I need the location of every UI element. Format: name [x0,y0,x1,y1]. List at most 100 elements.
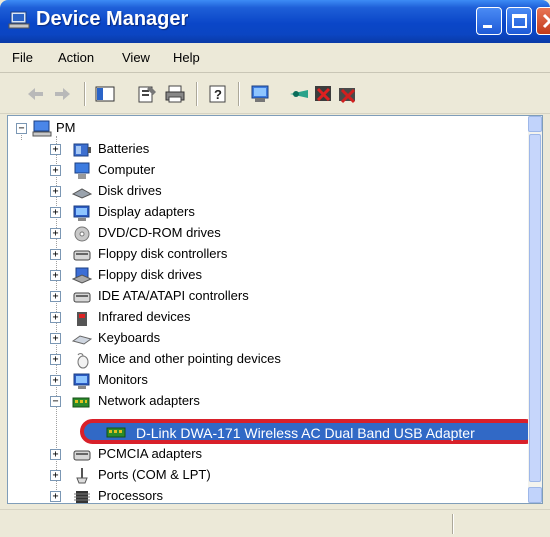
scroll-thumb[interactable] [529,134,541,482]
forward-arrow-icon[interactable] [52,84,74,104]
toolbar: ? [0,74,550,114]
title-bar[interactable]: Device Manager [0,0,550,43]
expand-toggle[interactable]: + [50,312,61,323]
expand-toggle[interactable]: + [50,375,61,386]
minimize-icon [483,25,492,28]
tree-item-label: Batteries [98,141,150,156]
scroll-up-button[interactable] [528,116,542,132]
tree-item-display-adapters[interactable]: + Display adapters [8,202,528,223]
tree-item-label: Monitors [98,372,148,387]
battery-icon [73,143,91,157]
menu-bar: File Action View Help [0,43,550,73]
collapse-toggle[interactable]: − [50,396,61,407]
device-manager-window: Device Manager File Action View Help ? −… [0,0,550,537]
tree-item-label: Processors [98,488,164,503]
tree-item-label: Disk drives [98,183,162,198]
dvd-drive-icon [74,226,90,242]
ide-controller-icon [73,292,91,303]
device-tree[interactable]: − PM + Batteries + Computer + Disk drive… [7,115,543,504]
tree-item-batteries[interactable]: + Batteries [8,139,528,160]
uninstall-icon[interactable] [337,84,359,104]
monitor-icon [73,373,90,389]
expand-toggle[interactable]: + [50,270,61,281]
processor-icon [74,491,90,503]
tree-item-label: Floppy disk controllers [98,246,228,261]
vertical-scrollbar[interactable] [528,116,542,503]
tree-item-label: Ports (COM & LPT) [98,467,211,482]
properties-icon[interactable] [136,84,158,104]
expand-toggle[interactable]: + [50,354,61,365]
infrared-icon [77,312,87,326]
tree-item-dvd-drives[interactable]: + DVD/CD-ROM drives [8,223,528,244]
expand-toggle[interactable]: + [50,333,61,344]
back-arrow-icon[interactable] [24,84,46,104]
status-divider [452,514,454,534]
menu-view[interactable]: View [122,50,150,65]
tree-item-mice[interactable]: + Mice and other pointing devices [8,349,528,370]
minimize-button[interactable] [476,7,502,35]
expand-toggle[interactable]: + [50,470,61,481]
disk-drive-icon [72,188,92,199]
update-driver-icon[interactable] [288,84,310,104]
selected-device-row[interactable]: D-Link DWA-171 Wireless AC Dual Band USB… [80,419,538,444]
svg-text:?: ? [214,87,222,102]
help-icon[interactable]: ? [207,84,229,104]
network-adapter-icon [72,397,90,408]
tree-item-ide-controllers[interactable]: + IDE ATA/ATAPI controllers [8,286,528,307]
display-adapter-icon [73,205,90,221]
tree-item-label: Infrared devices [98,309,191,324]
scroll-down-button[interactable] [528,487,542,503]
tree-item-network-adapters[interactable]: − Network adapters [8,391,528,412]
mouse-icon [77,353,89,369]
maximize-icon [512,14,527,28]
tree-item-pcmcia[interactable]: + PCMCIA adapters [8,444,528,465]
menu-file[interactable]: File [12,50,33,65]
tree-item-ports[interactable]: + Ports (COM & LPT) [8,465,528,486]
expand-toggle[interactable]: + [50,449,61,460]
tree-item-label: Floppy disk drives [98,267,203,282]
tree-item-processors[interactable]: + Processors [8,486,528,503]
expand-toggle[interactable]: + [50,491,61,502]
expand-toggle[interactable]: + [50,228,61,239]
tree-item-floppy-drives[interactable]: + Floppy disk drives [8,265,528,286]
disable-icon[interactable] [313,84,335,104]
status-bar [0,509,550,537]
expand-toggle[interactable]: + [50,165,61,176]
tree-item-floppy-controllers[interactable]: + Floppy disk controllers [8,244,528,265]
tree-item-monitors[interactable]: + Monitors [8,370,528,391]
keyboard-icon [72,335,92,345]
expand-toggle[interactable]: + [50,249,61,260]
expand-toggle[interactable]: + [50,144,61,155]
tree-root[interactable]: − PM [8,118,528,139]
tree-item-infrared[interactable]: + Infrared devices [8,307,528,328]
port-icon [76,468,88,484]
tree-item-label: DVD/CD-ROM drives [98,225,221,240]
collapse-toggle[interactable]: − [16,123,27,134]
tree-item-label: IDE ATA/ATAPI controllers [98,288,249,303]
close-icon [542,13,550,29]
tree-item-label: Computer [98,162,156,177]
tree-item-disk-drives[interactable]: + Disk drives [8,181,528,202]
menu-help[interactable]: Help [173,50,200,65]
tree-item-label: Display adapters [98,204,195,219]
tree-item-label: PCMCIA adapters [98,446,203,461]
window-title: Device Manager [36,8,189,30]
scan-hardware-icon[interactable] [250,84,272,104]
tree-item-keyboards[interactable]: + Keyboards [8,328,528,349]
tree-item-label: Keyboards [98,330,161,345]
tree-item-label: Mice and other pointing devices [98,351,281,366]
pcmcia-icon [73,450,91,461]
computer-icon [74,162,90,179]
menu-action[interactable]: Action [58,50,94,65]
tree-root-label: PM [56,120,76,135]
expand-toggle[interactable]: + [50,186,61,197]
print-icon[interactable] [164,84,186,104]
expand-toggle[interactable]: + [50,207,61,218]
show-hide-console-icon[interactable] [94,84,116,104]
tree-item-computer[interactable]: + Computer [8,160,528,181]
maximize-button[interactable] [506,7,532,35]
expand-toggle[interactable]: + [50,291,61,302]
selected-device-label: D-Link DWA-171 Wireless AC Dual Band USB… [136,425,475,441]
floppy-controller-icon [73,250,91,261]
close-button[interactable] [536,7,550,35]
